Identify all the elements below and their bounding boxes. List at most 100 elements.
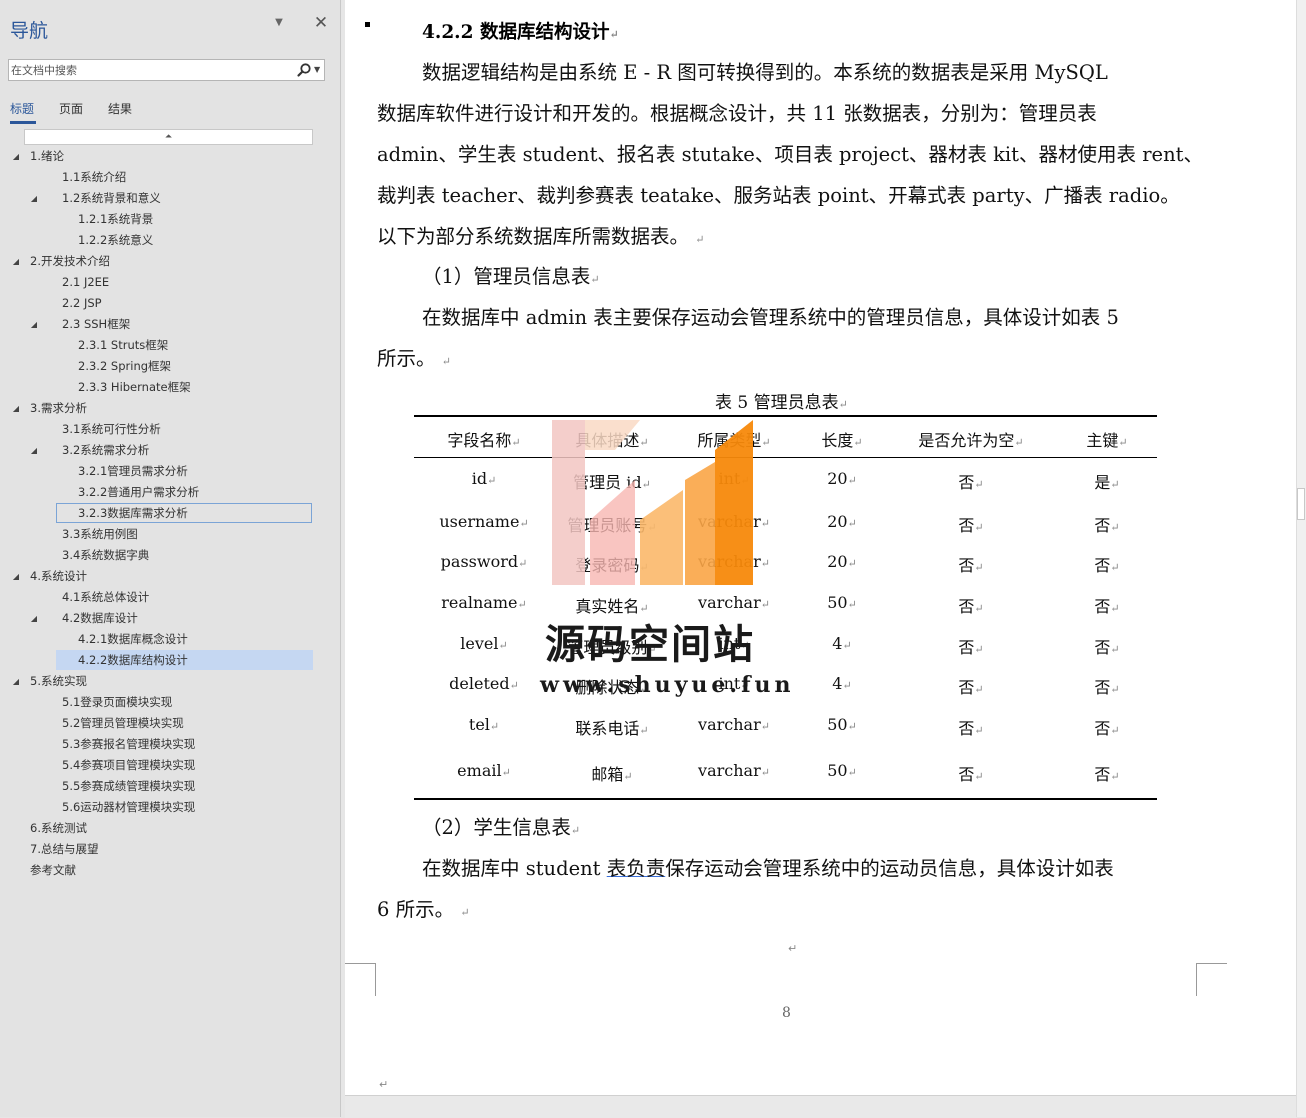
collapse-all-button[interactable]: ⏶: [24, 129, 313, 145]
nav-tree-item[interactable]: 1.2.2系统意义: [0, 230, 340, 251]
nav-tree-item-label: 2.3.1 Struts框架: [78, 338, 169, 352]
table-cell: 否↵: [958, 719, 984, 738]
nav-tree-item[interactable]: 3.3系统用例图: [0, 524, 340, 545]
table-cell: 是↵: [1094, 473, 1120, 492]
nav-tree-item-label: 3.2.3数据库需求分析: [78, 506, 188, 520]
table-cell: 20↵: [827, 552, 857, 571]
nav-options-chevron-icon[interactable]: ▼: [272, 16, 286, 30]
vertical-scrollbar-thumb[interactable]: [1297, 488, 1305, 520]
nav-tree-item-label: 3.1系统可行性分析: [62, 422, 161, 436]
nav-tree-item[interactable]: 2.1 J2EE: [0, 272, 340, 293]
nav-tree-item[interactable]: 3.1系统可行性分析: [0, 419, 340, 440]
nav-tree-item-label: 7.总结与展望: [30, 842, 99, 856]
nav-tree-item-label: 3.需求分析: [30, 401, 87, 415]
nav-tree-item[interactable]: ◢ 1.绪论: [0, 146, 340, 167]
search-icon[interactable]: [296, 62, 312, 78]
para-line: 数据逻辑结构是由系统 E - R 图可转换得到的。本系统的数据表是采用 MySQ…: [422, 61, 1108, 84]
table-cell: 否↵: [1094, 516, 1120, 535]
proofing-underline-text[interactable]: 表负责: [607, 857, 666, 880]
tab-headings[interactable]: 标题: [10, 100, 34, 117]
watermark-url: www.shuyue.fun: [540, 672, 795, 698]
nav-tree-item[interactable]: 5.3参赛报名管理模块实现: [0, 734, 340, 755]
horizontal-scrollbar[interactable]: [345, 1095, 1296, 1118]
nav-tree-item[interactable]: 2.3.3 Hibernate框架: [0, 377, 340, 398]
expand-toggle-icon[interactable]: ◢: [28, 608, 40, 629]
nav-tree-item-label: 5.6运动器材管理模块实现: [62, 800, 196, 814]
nav-tree-item[interactable]: 5.4参赛项目管理模块实现: [0, 755, 340, 776]
expand-toggle-icon[interactable]: ◢: [28, 314, 40, 335]
nav-tree-item[interactable]: 7.总结与展望: [0, 839, 340, 860]
nav-tree-item[interactable]: 1.2.1系统背景: [0, 209, 340, 230]
nav-tree-item[interactable]: 5.1登录页面模块实现: [0, 692, 340, 713]
subsection-title-2: （2）学生信息表↵: [422, 816, 581, 839]
nav-tree-item[interactable]: 1.1系统介绍: [0, 167, 340, 188]
para-line: admin、学生表 student、报名表 stutake、项目表 projec…: [377, 143, 1203, 166]
search-options-chevron-icon[interactable]: ▼: [314, 63, 324, 77]
nav-tree-item[interactable]: ◢ 2.3 SSH框架: [0, 314, 340, 335]
nav-tree-item[interactable]: ◢ 3.2系统需求分析: [0, 440, 340, 461]
tab-pages[interactable]: 页面: [59, 100, 83, 117]
nav-tree-item[interactable]: ◢ 5.系统实现: [0, 671, 340, 692]
expand-toggle-icon[interactable]: ◢: [28, 440, 40, 461]
nav-tree-item-label: 3.3系统用例图: [62, 527, 138, 541]
nav-tree-item[interactable]: 4.1系统总体设计: [0, 587, 340, 608]
expand-toggle-icon[interactable]: ◢: [10, 671, 22, 692]
document-page[interactable]: 4.2.2 数据库结构设计↵ 数据逻辑结构是由系统 E - R 图可转换得到的。…: [345, 0, 1296, 1095]
nav-tree-item-label: 2.2 JSP: [62, 296, 102, 310]
close-icon[interactable]: ✕: [313, 15, 329, 32]
table-cell: realname↵: [441, 593, 527, 612]
nav-tree-item[interactable]: 参考文献: [0, 860, 340, 881]
table-cell: 否↵: [958, 597, 984, 616]
nav-tree-item[interactable]: 5.2管理员管理模块实现: [0, 713, 340, 734]
expand-toggle-icon[interactable]: ◢: [10, 251, 22, 272]
tab-results[interactable]: 结果: [108, 100, 132, 117]
nav-tree-item[interactable]: 6.系统测试: [0, 818, 340, 839]
navigation-pane: 导航 ▼ ✕ ▼ 标题 页面 结果 ⏶ ◢ 1.绪论 1.1系统介绍 ◢ 1.2系统背景…: [0, 0, 341, 1117]
document-area: 4.2.2 数据库结构设计↵ 数据逻辑结构是由系统 E - R 图可转换得到的。…: [345, 0, 1296, 1117]
nav-tree-item[interactable]: 2.3.2 Spring框架: [0, 356, 340, 377]
student-table-paragraph: 在数据库中 student 表负责保存运动会管理系统中的运动员信息，具体设计如表…: [377, 848, 1197, 933]
nav-tree-item[interactable]: 3.4系统数据字典: [0, 545, 340, 566]
nav-tree-item[interactable]: 2.2 JSP: [0, 293, 340, 314]
expand-toggle-icon[interactable]: ◢: [28, 188, 40, 209]
table-cell: 否↵: [958, 638, 984, 657]
table-cell: 否↵: [958, 678, 984, 697]
table-cell: deleted↵: [449, 674, 519, 693]
nav-tree-item-label: 5.2管理员管理模块实现: [62, 716, 184, 730]
expand-toggle-icon[interactable]: ◢: [10, 398, 22, 419]
nav-tree-item-label: 5.系统实现: [30, 674, 87, 688]
nav-tree-item[interactable]: ◢ 2.开发技术介绍: [0, 251, 340, 272]
nav-tree-item[interactable]: ◢ 1.2系统背景和意义: [0, 188, 340, 209]
nav-tree-item[interactable]: 4.2.2数据库结构设计: [0, 650, 340, 671]
nav-tree-item[interactable]: 3.2.3数据库需求分析: [0, 503, 340, 524]
vertical-scrollbar[interactable]: [1296, 0, 1306, 1117]
nav-tree-item-label: 1.1系统介绍: [62, 170, 127, 184]
nav-tree-item[interactable]: 2.3.1 Struts框架: [0, 335, 340, 356]
nav-tree-item-label: 2.3.3 Hibernate框架: [78, 380, 191, 394]
paragraph-mark: ↵: [788, 942, 798, 955]
search-input[interactable]: [11, 60, 291, 80]
nav-tree-item-label: 4.2.2数据库结构设计: [78, 653, 188, 667]
table-cell: 否↵: [1094, 719, 1120, 738]
nav-tree-item-label: 参考文献: [30, 863, 76, 877]
nav-tree-item[interactable]: ◢ 4.2数据库设计: [0, 608, 340, 629]
table-cell: password↵: [440, 552, 528, 571]
expand-toggle-icon[interactable]: ◢: [10, 566, 22, 587]
table-bottom-rule: [414, 798, 1157, 800]
table-header-cell: 长度↵: [821, 431, 863, 450]
para-line: 在数据库中 student 表负责保存运动会管理系统中的运动员信息，具体设计如表: [422, 857, 1114, 880]
table-cell: 否↵: [1094, 678, 1120, 697]
nav-tree-item[interactable]: 3.2.1管理员需求分析: [0, 461, 340, 482]
nav-tree-item[interactable]: ◢ 4.系统设计: [0, 566, 340, 587]
nav-tree-item[interactable]: ◢ 3.需求分析: [0, 398, 340, 419]
expand-toggle-icon[interactable]: ◢: [10, 146, 22, 167]
para-line: 在数据库中 admin 表主要保存运动会管理系统中的管理员信息，具体设计如表 5: [422, 306, 1119, 329]
para-line: 数据库软件进行设计和开发的。根据概念设计，共 11 张数据表，分别为：管理员表: [377, 102, 1097, 125]
nav-title: 导航: [10, 20, 49, 42]
paragraph-bullet: [365, 22, 370, 27]
para-line: 所示。 ↵: [377, 347, 451, 370]
nav-tree-item[interactable]: 3.2.2普通用户需求分析: [0, 482, 340, 503]
nav-tree-item[interactable]: 5.6运动器材管理模块实现: [0, 797, 340, 818]
nav-tree-item[interactable]: 4.2.1数据库概念设计: [0, 629, 340, 650]
nav-tree-item[interactable]: 5.5参赛成绩管理模块实现: [0, 776, 340, 797]
